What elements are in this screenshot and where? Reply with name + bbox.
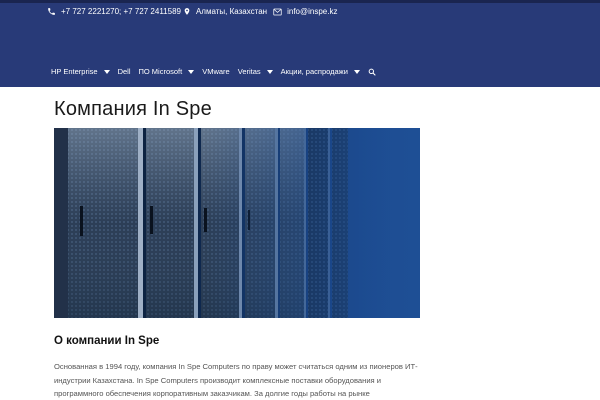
page: +7 727 2221270; +7 727 2411589 Алматы, К…: [0, 0, 600, 400]
server-racks-image: [54, 128, 420, 318]
nav-item-veritas[interactable]: Veritas: [238, 67, 273, 76]
phone-icon: [47, 7, 56, 16]
main-nav: HP Enterprise Dell ПО Microsoft VMware V…: [51, 67, 376, 76]
nav-item-promotions[interactable]: Акции, распродажи: [281, 67, 360, 76]
nav-item-label: Акции, распродажи: [280, 67, 348, 76]
email-link[interactable]: info@inspe.kz: [287, 7, 337, 16]
about-heading: О компании In Spe: [54, 335, 159, 347]
contact-bar: +7 727 2221270; +7 727 2411589 Алматы, К…: [47, 7, 337, 16]
search-icon[interactable]: [368, 68, 376, 76]
address-text: Алматы, Казахстан: [195, 7, 268, 16]
about-paragraph: Основанная в 1994 году, компания In Spe …: [54, 362, 418, 398]
nav-item-microsoft[interactable]: ПО Microsoft: [138, 67, 195, 76]
phone-numbers[interactable]: +7 727 2221270; +7 727 2411589: [61, 7, 181, 16]
nav-item-label: ПО Microsoft: [138, 67, 183, 76]
caret-down-icon: [103, 69, 110, 74]
caret-down-icon: [188, 69, 195, 74]
caret-down-icon: [266, 69, 273, 74]
about-heading-rest: In Spe: [121, 335, 160, 347]
site-header: +7 727 2221270; +7 727 2411589 Алматы, К…: [0, 0, 600, 87]
nav-item-dell[interactable]: Dell: [118, 67, 131, 76]
nav-item-label: Veritas: [237, 67, 261, 76]
nav-item-label: Dell: [117, 67, 131, 76]
page-title: Компания In Spe: [54, 98, 212, 120]
nav-item-vmware[interactable]: VMware: [202, 67, 230, 76]
about-heading-bold: О компании: [54, 335, 122, 347]
mail-icon: [273, 8, 282, 16]
location-pin-icon: [183, 7, 191, 16]
nav-item-label: VMware: [202, 67, 230, 76]
caret-down-icon: [353, 69, 360, 74]
nav-item-label: HP Enterprise: [51, 67, 98, 76]
nav-item-hp-enterprise[interactable]: HP Enterprise: [51, 67, 110, 76]
